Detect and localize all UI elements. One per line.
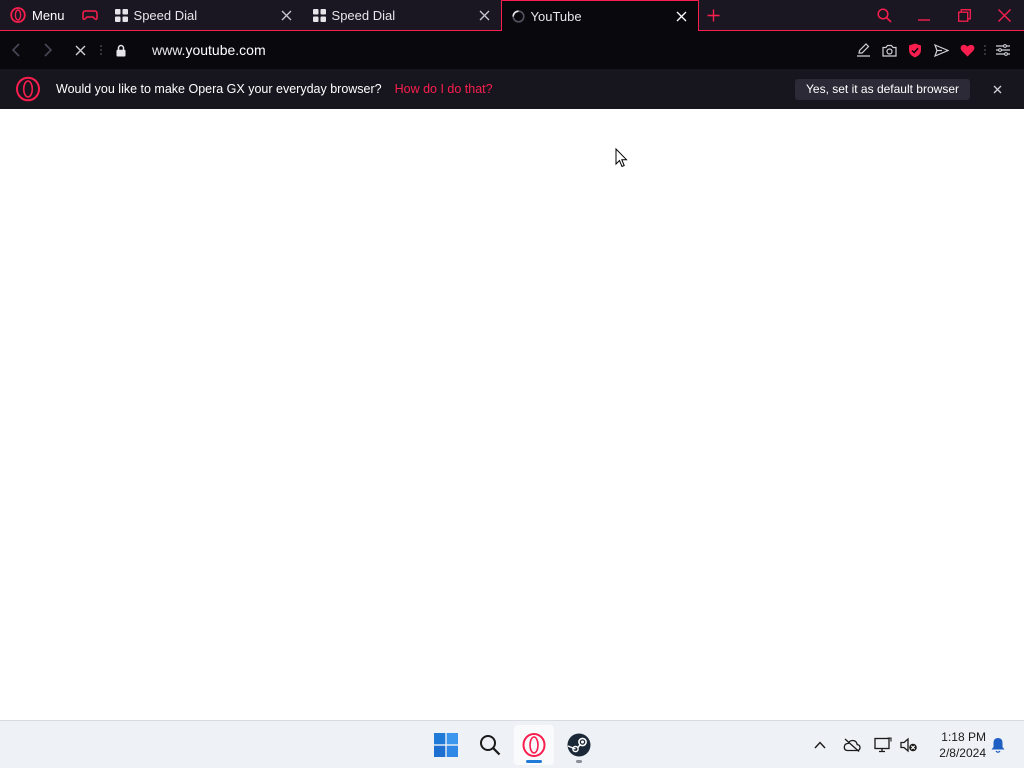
tab-close-button[interactable] [674,8,690,24]
send-icon [933,43,949,57]
chevron-up-icon [814,741,826,749]
chevron-right-icon [44,43,53,57]
lock-icon [116,44,126,56]
gx-corner-button[interactable] [75,0,105,30]
vertical-dots-icon [100,45,102,55]
plus-icon [707,9,720,21]
page-content[interactable] [0,109,1024,720]
gamepad-icon [81,10,98,21]
easy-setup-button[interactable] [990,31,1016,69]
how-do-i-link[interactable]: How do I do that? [395,82,493,96]
infobar-message: Would you like to make Opera GX your eve… [56,82,382,96]
cloud-offline-icon [843,738,861,752]
restore-button[interactable] [944,0,984,30]
monitor-network-icon [874,737,892,753]
my-flow-button[interactable] [954,31,980,69]
restore-icon [957,8,971,22]
close-icon [75,45,85,55]
speaker-muted-icon [900,737,917,753]
start-button[interactable] [426,725,466,765]
windows-taskbar: 1:18 PM 2/8/2024 [0,720,1024,768]
windows-logo-icon [434,733,458,757]
bell-icon [991,738,1005,753]
menu-label: Menu [32,7,65,23]
taskbar-clock[interactable]: 1:18 PM 2/8/2024 [926,729,986,761]
tab-speed-dial-2[interactable]: Speed Dial [303,0,501,30]
snapshot-button[interactable] [876,31,902,69]
search-tabs-button[interactable] [864,0,904,30]
url-prefix: www. [152,42,186,58]
close-icon [676,11,687,21]
tab-youtube[interactable]: YouTube [500,0,699,31]
close-icon [281,10,292,20]
active-app-indicator [526,760,542,763]
url-host: youtube.com [185,42,266,58]
minimize-icon [918,19,930,21]
separator-dots [96,45,106,55]
infobar-logo [0,76,56,102]
opera-gx-logo-icon [522,733,546,757]
open-app-indicator [576,760,582,763]
clock-time: 1:18 PM [941,730,986,744]
new-tab-button[interactable] [699,0,729,30]
stop-loading-button[interactable] [64,31,96,69]
tab-close-button[interactable] [477,7,493,23]
close-icon [993,85,1001,93]
taskbar-opera-gx[interactable] [514,725,554,765]
search-icon [480,735,501,756]
mouse-cursor-icon [615,148,628,168]
close-icon [997,8,1011,22]
default-browser-infobar: Would you like to make Opera GX your eve… [0,69,1024,109]
easy-setup-edit-button[interactable] [850,31,876,69]
search-icon [876,7,892,23]
notifications-button[interactable] [986,733,1010,757]
sliders-icon [996,44,1010,56]
heart-icon [960,44,974,56]
separator-dots [980,45,990,55]
onedrive-tray-icon[interactable] [840,733,864,757]
tab-speed-dial-1[interactable]: Speed Dial [105,0,303,30]
opera-menu-button[interactable]: Menu [0,0,75,30]
clock-date: 2/8/2024 [939,746,986,760]
speed-dial-icon [312,8,326,22]
steam-logo-icon [567,733,591,757]
shield-icon [909,43,921,57]
tab-close-button[interactable] [279,7,295,23]
set-default-browser-button[interactable]: Yes, set it as default browser [795,78,970,100]
minimize-button[interactable] [904,0,944,30]
taskbar-search-button[interactable] [470,725,510,765]
forward-button[interactable] [32,31,64,69]
send-button[interactable] [928,31,954,69]
opera-logo-icon [10,7,26,23]
speed-dial-icon [114,8,128,22]
tab-title: YouTube [530,8,582,24]
volume-tray-icon[interactable] [897,733,921,757]
taskbar-steam[interactable] [559,725,599,765]
chevron-left-icon [11,43,20,57]
show-hidden-icons-button[interactable] [808,733,832,757]
tab-bar-spacer [729,0,864,30]
network-tray-icon[interactable] [871,733,895,757]
vertical-dots-icon [984,45,986,55]
close-icon [479,10,490,20]
opera-gx-logo-icon [16,76,40,102]
url-field[interactable]: www.youtube.com [152,42,850,58]
site-info-button[interactable] [106,31,136,69]
camera-icon [881,44,897,57]
infobar-close-button[interactable] [986,78,1008,100]
address-bar: www.youtube.com [0,31,1024,69]
tab-title: Speed Dial [133,7,198,23]
edit-icon [856,43,870,57]
back-button[interactable] [0,31,32,69]
loading-spinner-icon [511,9,525,23]
close-window-button[interactable] [984,0,1024,30]
ad-blocker-button[interactable] [902,31,928,69]
tab-bar: Menu Speed Dial Speed Dial YouTube [0,0,1024,31]
tab-title: Speed Dial [331,7,396,23]
